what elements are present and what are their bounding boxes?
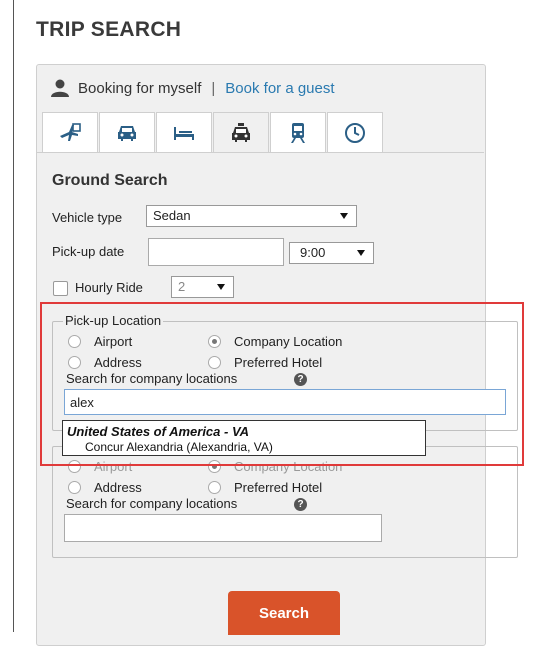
- pickup-date-input[interactable]: [148, 238, 284, 266]
- travel-type-tabs: [42, 112, 384, 152]
- pickup-date-label: Pick-up date: [52, 244, 125, 259]
- train-icon: [291, 122, 305, 143]
- car-icon: [118, 125, 136, 141]
- hourly-ride-label: Hourly Ride: [75, 280, 143, 295]
- book-for-guest-link[interactable]: Book for a guest: [225, 80, 334, 97]
- help-icon[interactable]: ?: [294, 498, 307, 511]
- dropoff-address-label: Address: [94, 480, 142, 495]
- booking-separator: |: [211, 79, 216, 97]
- chevron-down-icon: [217, 284, 225, 290]
- tab-train[interactable]: [270, 112, 326, 152]
- tabs-divider: [37, 152, 484, 153]
- vehicle-type-value: Sedan: [153, 208, 191, 223]
- flight-hotel-icon: [60, 122, 81, 141]
- hourly-count-value: 2: [178, 279, 186, 294]
- pickup-time-select[interactable]: 9:00: [289, 242, 374, 264]
- dropoff-hotel-label: Preferred Hotel: [234, 480, 323, 495]
- tab-flight-hotel[interactable]: [42, 112, 98, 152]
- vehicle-type-select[interactable]: Sedan: [146, 205, 357, 227]
- tab-ground-taxi[interactable]: [213, 112, 269, 152]
- hourly-count-select[interactable]: 2: [171, 276, 234, 298]
- booking-for-myself[interactable]: Booking for myself: [78, 80, 201, 97]
- chevron-down-icon: [340, 213, 348, 219]
- pickup-time-value: 9:00: [300, 245, 326, 260]
- annotation-highlight-box: [40, 302, 524, 466]
- dropoff-hotel-radio[interactable]: [208, 481, 221, 494]
- search-button[interactable]: Search: [228, 591, 340, 635]
- taxi-icon: [232, 122, 250, 142]
- tab-history[interactable]: [327, 112, 383, 152]
- ground-search-title: Ground Search: [52, 172, 168, 189]
- page-title: TRIP SEARCH: [36, 18, 182, 41]
- tab-hotel[interactable]: [156, 112, 212, 152]
- clock-icon: [345, 122, 365, 143]
- hourly-ride-checkbox[interactable]: [53, 281, 68, 296]
- dropoff-search-input[interactable]: [64, 514, 382, 542]
- vehicle-type-label: Vehicle type: [52, 210, 123, 225]
- booking-mode-row: Booking for myself | Book for a guest: [50, 78, 335, 98]
- person-icon: [51, 79, 69, 97]
- left-border: [13, 0, 14, 632]
- dropoff-search-label: Search for company locations: [66, 496, 238, 511]
- dropoff-address-radio[interactable]: [68, 481, 81, 494]
- chevron-down-icon: [357, 250, 365, 256]
- hotel-icon: [174, 126, 194, 140]
- tab-car[interactable]: [99, 112, 155, 152]
